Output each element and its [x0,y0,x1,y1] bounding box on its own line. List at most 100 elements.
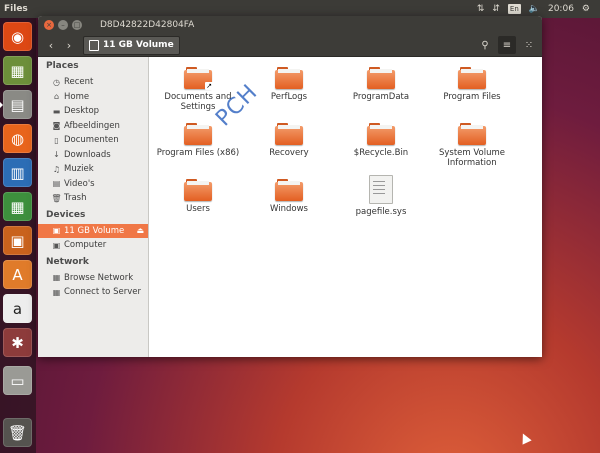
sidebar-item-connect-to-server[interactable]: ▦ Connect to Server [38,285,148,300]
eject-icon[interactable]: ⏏ [136,226,144,235]
folder-program-files[interactable]: Program Files [427,67,517,102]
file-pagefile-sys[interactable]: pagefile.sys [336,175,426,217]
amazon-icon[interactable]: a [3,294,32,323]
server-icon: ▦ [52,287,61,297]
folder-programdata[interactable]: ProgramData [336,67,426,102]
software-center-icon[interactable]: A [3,260,32,289]
sidebar-item-label: Browse Network [64,272,134,283]
sidebar-item-home[interactable]: ⌂ Home [38,90,148,105]
mouse-cursor [518,431,532,445]
folder-icon: ↗ [184,67,213,90]
sidebar-item-label: Trash [64,193,87,204]
devices-header: Devices [46,209,86,220]
file-label: Windows [270,204,308,214]
music-icon: ♫ [52,164,61,174]
search-icon[interactable]: ⚲ [476,36,494,54]
folder-icon [458,123,486,145]
file-label: pagefile.sys [355,207,407,217]
sidebar-item-computer[interactable]: ▣ Computer [38,238,148,253]
file-label: PerfLogs [270,92,308,102]
home-icon: ⌂ [53,92,60,102]
sidebar-item-downloads[interactable]: ↓ Downloads [38,148,148,163]
drive-icon [89,39,99,51]
ubuntu-dash-icon[interactable]: ◉ [3,22,32,51]
folder-icon [275,67,303,89]
download-icon: ↓ [53,150,60,160]
volume-icon[interactable]: 🔈 [529,4,540,14]
toolbar: ‹ › 11 GB Volume ⚲ ≡ ⁙ [38,34,542,57]
folder-icon [184,123,212,145]
computer-icon: ▣ [52,240,61,250]
drive-icon[interactable]: ▭ [3,366,32,395]
file-label: System Volume Information [439,148,506,168]
folder-icon [367,67,395,89]
grid-view-icon[interactable]: ⁙ [520,36,538,54]
sidebar-item-recent[interactable]: ◷ Recent [38,75,148,90]
folder-windows[interactable]: Windows [244,179,334,214]
link-arrow-icon: ↗ [205,82,213,90]
firefox-icon[interactable]: ◍ [3,124,32,153]
sidebar-item-label: Computer [64,240,107,251]
binary-file-icon [369,175,393,204]
sidebar-item-afbeeldingen[interactable]: ◙ Afbeeldingen [38,119,148,134]
sidebar: Places ◷ Recent ⌂ Home ▬ Desktop ◙ Afbeeldin… [38,57,149,357]
folder-users[interactable]: Users [153,179,243,214]
transfer-arrows-icon[interactable]: ⇅ [477,4,485,14]
file-label: Program Files (x86) [156,148,240,158]
launcher: ◉ ▦ ▤ ◍ ▥ ▦ ▣ A a ✱ ▭ 🗑 [0,18,36,453]
folder-icon [184,179,212,201]
trash-icon: 🗑 [51,193,62,203]
sidebar-item-muziek[interactable]: ♫ Muziek [38,162,148,177]
sidebar-item-videos[interactable]: ▤ Video's [38,177,148,192]
folder-recycle-bin[interactable]: $Recycle.Bin [336,123,426,158]
impress-icon[interactable]: ▣ [3,226,32,255]
folder-system-volume-information[interactable]: System Volume Information [427,123,517,168]
document-icon: ▯ [54,135,59,145]
folder-icon [367,123,395,145]
sidebar-item-documenten[interactable]: ▯ Documenten [38,133,148,148]
clock[interactable]: 20:06 [548,4,574,14]
close-icon[interactable]: × [44,20,54,30]
location-button[interactable]: 11 GB Volume [83,35,180,55]
network-header: Network [46,256,89,267]
network-icon: ▦ [52,273,61,283]
folder-icon [458,67,486,89]
location-label: 11 GB Volume [103,40,174,50]
gear-icon[interactable]: ⚙ [582,4,590,14]
file-grid: ↗ Documents and Settings PerfLogs Progra… [149,57,542,357]
sidebar-item-label: Video's [64,178,95,189]
file-label: Program Files [443,92,501,102]
settings-icon[interactable]: ✱ [3,328,32,357]
sidebar-item-label: Muziek [64,164,94,175]
maximize-icon[interactable]: □ [72,20,82,30]
back-button[interactable]: ‹ [42,36,60,54]
sidebar-item-trash[interactable]: 🗑 Trash [38,191,148,206]
drive-icon: ▣ [52,226,61,236]
writer-icon[interactable]: ▥ [3,158,32,187]
folder-recovery[interactable]: Recovery [244,123,334,158]
trash-icon[interactable]: 🗑 [3,418,32,447]
sidebar-item-browse-network[interactable]: ▦ Browse Network [38,271,148,286]
menu-icon[interactable]: ≡ [498,36,516,54]
sidebar-item-desktop[interactable]: ▬ Desktop [38,104,148,119]
calc-icon[interactable]: ▦ [3,192,32,221]
file-label: ProgramData [352,92,410,102]
forward-button[interactable]: › [60,36,78,54]
folder-icon [275,179,303,201]
sidebar-item-label: Desktop [64,106,100,117]
sidebar-item-11gb-volume[interactable]: ▣ 11 GB Volume ⏏ [38,223,148,238]
file-label: Users [186,204,210,214]
desktop-icon: ▬ [52,106,61,116]
keyboard-layout[interactable]: En [507,4,521,14]
files-icon[interactable]: ▤ [3,90,32,119]
network-icon[interactable]: ⇵ [492,4,500,14]
sidebar-item-label: Recent [64,77,94,88]
minimize-icon[interactable]: – [58,20,68,30]
sidebar-item-label: Home [64,91,90,102]
film-icon: ▤ [52,179,61,189]
clock-icon: ◷ [53,77,60,87]
file-label: $Recycle.Bin [353,148,409,158]
image-viewer-icon[interactable]: ▦ [3,56,32,85]
sidebar-item-label: Connect to Server [64,287,141,298]
titlebar: × – □ D8D42822D42804FA [38,16,542,34]
